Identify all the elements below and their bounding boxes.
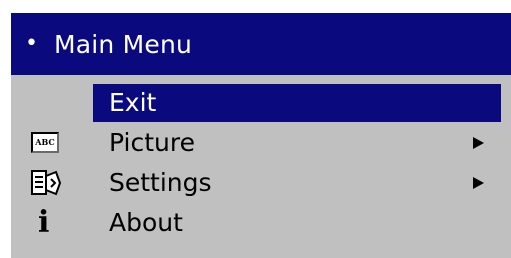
menu-item-label: About	[109, 208, 183, 237]
menu-item-label: Settings	[109, 168, 212, 197]
menu-title: Main Menu	[53, 29, 193, 59]
menu-header: • Main Menu	[11, 13, 511, 75]
picture-abc-icon: ABC	[29, 127, 63, 159]
menu-item-exit[interactable]: Exit	[11, 83, 511, 123]
menu-item-about[interactable]: i About	[11, 203, 511, 243]
submenu-arrow-icon	[473, 137, 484, 149]
menu-item-settings[interactable]: Settings	[11, 163, 511, 203]
bullet-icon: •	[25, 31, 38, 56]
submenu-arrow-icon	[473, 177, 484, 189]
main-menu-panel: • Main Menu Exit ABC Picture Settings i …	[11, 13, 511, 258]
settings-projector-icon	[29, 167, 63, 199]
info-icon: i	[38, 205, 50, 240]
menu-item-label: Picture	[109, 128, 195, 157]
menu-item-picture[interactable]: ABC Picture	[11, 123, 511, 163]
menu-item-label: Exit	[109, 88, 157, 117]
